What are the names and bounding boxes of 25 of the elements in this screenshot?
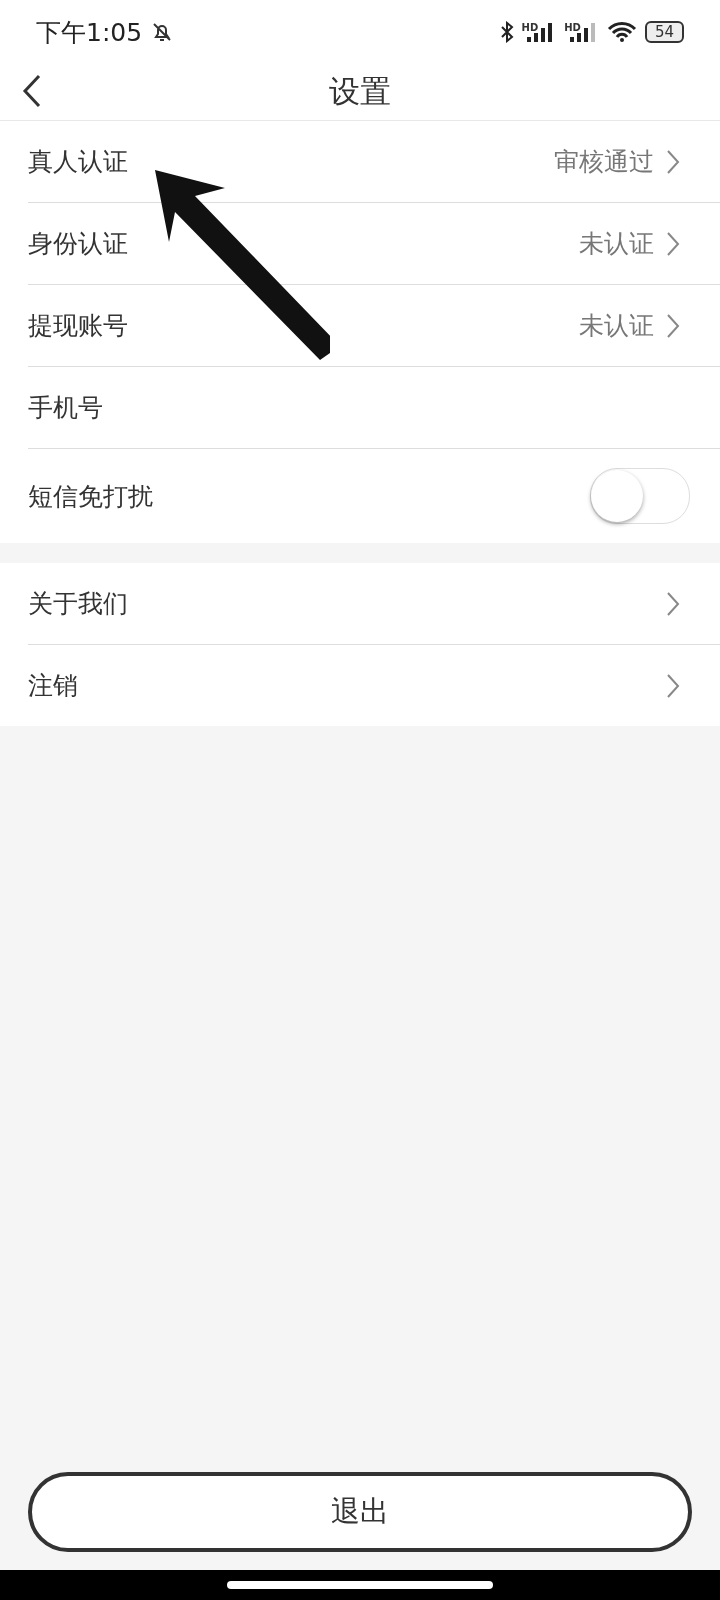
row-label[interactable]: 关于我们: [28, 587, 128, 620]
chevron-icon[interactable]: [666, 230, 680, 257]
row-value: 未认证: [579, 228, 654, 260]
toggle-switch[interactable]: [590, 468, 690, 524]
back-icon[interactable]: [22, 74, 42, 108]
row-label[interactable]: 手机号: [28, 391, 103, 424]
row-label[interactable]: 身份认证: [28, 227, 128, 260]
chevron-icon[interactable]: [666, 312, 680, 339]
page-title: 设置: [329, 72, 391, 111]
wifi-icon: [606, 21, 637, 43]
hd-label: HD: [521, 22, 539, 33]
row-value: 审核通过: [554, 146, 654, 178]
logout-button[interactable]: 退出: [28, 1472, 692, 1552]
chevron-icon[interactable]: [666, 672, 680, 699]
row-label[interactable]: 真人认证: [28, 145, 128, 178]
status-time: 下午1:05: [36, 16, 143, 49]
bluetooth-icon: [499, 21, 514, 43]
battery-indicator: 54: [644, 21, 684, 43]
chevron-icon[interactable]: [666, 590, 680, 617]
row-label[interactable]: 注销: [28, 669, 78, 702]
chevron-icon[interactable]: [666, 148, 680, 175]
row-label[interactable]: 提现账号: [28, 309, 128, 342]
row-label[interactable]: 短信免打扰: [28, 479, 153, 513]
row-value: 未认证: [579, 310, 654, 342]
hd-label: HD: [564, 22, 581, 33]
